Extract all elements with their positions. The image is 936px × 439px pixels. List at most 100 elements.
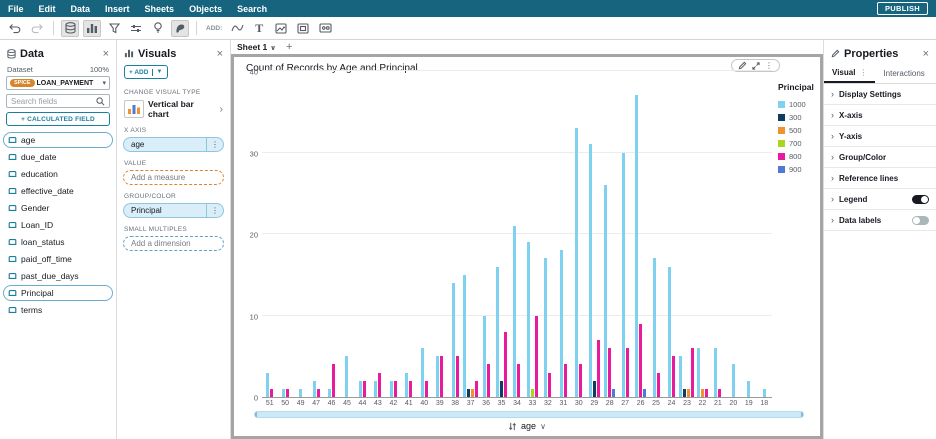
bar-33-800[interactable] <box>535 316 538 398</box>
bar-40-800[interactable] <box>425 381 428 397</box>
close-icon[interactable]: × <box>217 48 223 60</box>
add-visual-line-chart-icon[interactable] <box>228 20 246 37</box>
menu-item-insert[interactable]: Insert <box>105 4 130 14</box>
bar-43-800[interactable] <box>378 373 381 397</box>
field-item-due_date[interactable]: due_date <box>3 149 113 165</box>
well-menu-icon[interactable]: ⋮ <box>206 204 223 217</box>
properties-section-display-settings[interactable]: ›Display Settings <box>824 84 936 105</box>
bar-42-800[interactable] <box>394 381 397 397</box>
bar-26-1000[interactable] <box>635 95 638 397</box>
bar-21-800[interactable] <box>718 389 721 397</box>
bar-37-1000[interactable] <box>463 275 466 397</box>
bar-28-900[interactable] <box>612 389 615 397</box>
bar-50-800[interactable] <box>286 389 289 397</box>
tab-visual[interactable]: Visual⋮ <box>824 65 875 83</box>
bar-30-1000[interactable] <box>575 128 578 397</box>
add-visual-button[interactable]: + ADD ▼ <box>124 65 168 79</box>
field-item-education[interactable]: education <box>3 166 113 182</box>
chevron-right-icon[interactable]: › <box>831 152 834 162</box>
field-item-Loan_ID[interactable]: Loan_ID <box>3 217 113 233</box>
bar-37-500[interactable] <box>471 389 474 397</box>
bar-29-300[interactable] <box>593 381 596 397</box>
well-menu-icon[interactable]: ⋮ <box>206 138 223 151</box>
legend-toggle[interactable] <box>912 195 929 204</box>
field-item-loan_status[interactable]: loan_status <box>3 234 113 250</box>
chevron-down-icon[interactable]: ∨ <box>270 45 276 52</box>
bar-22-500[interactable] <box>701 389 704 397</box>
bar-44-800[interactable] <box>363 381 366 397</box>
bar-38-800[interactable] <box>456 356 459 397</box>
bar-28-1000[interactable] <box>604 185 607 397</box>
well-value[interactable]: Add a measure <box>123 170 224 185</box>
bar-40-1000[interactable] <box>421 348 424 397</box>
bar-37-300[interactable] <box>467 389 470 397</box>
bar-22-800[interactable] <box>705 389 708 397</box>
bar-46-1000[interactable] <box>328 389 331 397</box>
chevron-right-icon[interactable]: › <box>831 215 834 225</box>
legend-item-900[interactable]: 900 <box>778 165 814 174</box>
field-item-past_due_days[interactable]: past_due_days <box>3 268 113 284</box>
legend-item-800[interactable]: 800 <box>778 152 814 161</box>
well-small-multiples[interactable]: Add a dimension <box>123 236 224 251</box>
bar-29-1000[interactable] <box>589 144 592 397</box>
bar-36-800[interactable] <box>487 364 490 397</box>
bar-50-1000[interactable] <box>282 389 285 397</box>
add-embedded-visual-icon[interactable] <box>294 20 312 37</box>
filter-icon[interactable] <box>105 20 123 37</box>
bar-51-1000[interactable] <box>266 373 269 397</box>
properties-section-x-axis[interactable]: ›X-axis <box>824 105 936 126</box>
legend-item-700[interactable]: 700 <box>778 139 814 148</box>
bar-23-300[interactable] <box>683 389 686 397</box>
bar-chart-visual[interactable]: ⋮ Count of Records by Age and Principal … <box>231 54 823 439</box>
calculated-field-button[interactable]: + CALCULATED FIELD <box>6 112 110 126</box>
themes-icon[interactable] <box>171 20 189 37</box>
bar-34-800[interactable] <box>517 364 520 397</box>
bar-47-1000[interactable] <box>313 381 316 397</box>
bar-41-1000[interactable] <box>405 373 408 397</box>
bar-47-800[interactable] <box>317 389 320 397</box>
close-icon[interactable]: × <box>103 48 109 60</box>
well-x-axis[interactable]: age⋮ <box>123 137 224 152</box>
legend[interactable]: Principal 1000300500700800900 <box>772 78 814 398</box>
properties-section-data-labels[interactable]: ›Data labels <box>824 210 936 231</box>
bar-51-800[interactable] <box>270 389 273 397</box>
field-item-Principal[interactable]: Principal <box>3 285 113 301</box>
legend-item-500[interactable]: 500 <box>778 126 814 135</box>
bar-33-700[interactable] <box>531 389 534 397</box>
bar-31-800[interactable] <box>564 364 567 397</box>
bar-31-1000[interactable] <box>560 250 563 397</box>
bar-43-1000[interactable] <box>374 381 377 397</box>
menu-item-edit[interactable]: Edit <box>39 4 56 14</box>
chevron-down-icon[interactable]: ∨ <box>540 422 546 431</box>
menu-item-data[interactable]: Data <box>71 4 91 14</box>
bar-38-1000[interactable] <box>452 283 455 397</box>
add-image-icon[interactable] <box>272 20 290 37</box>
chevron-right-icon[interactable]: › <box>831 173 834 183</box>
format-visual-icon[interactable] <box>738 61 747 70</box>
bar-27-800[interactable] <box>626 348 629 397</box>
visual-type-row[interactable]: Vertical bar chart › <box>124 99 223 119</box>
field-item-paid_off_time[interactable]: paid_off_time <box>3 251 113 267</box>
redo-icon[interactable] <box>28 20 46 37</box>
menu-item-objects[interactable]: Objects <box>189 4 222 14</box>
add-sheet-button[interactable]: + <box>286 41 292 53</box>
add-text-box-icon[interactable]: T <box>250 20 268 37</box>
bar-45-1000[interactable] <box>345 356 348 397</box>
x-axis-field[interactable]: age ∨ <box>240 418 814 434</box>
chevron-right-icon[interactable]: › <box>220 104 223 115</box>
insights-lightbulb-icon[interactable] <box>149 20 167 37</box>
bar-26-800[interactable] <box>639 324 642 397</box>
bar-18-1000[interactable] <box>763 389 766 397</box>
bar-33-1000[interactable] <box>527 242 530 397</box>
data-panel-toggle-button[interactable] <box>61 20 79 37</box>
bar-34-1000[interactable] <box>513 226 516 397</box>
visuals-panel-toggle-button[interactable] <box>83 20 101 37</box>
tab-sheet-1[interactable]: Sheet 1∨ <box>237 42 276 52</box>
bar-25-800[interactable] <box>657 373 660 397</box>
legend-item-1000[interactable]: 1000 <box>778 100 814 109</box>
maximize-icon[interactable] <box>752 62 760 70</box>
data-labels-toggle[interactable] <box>912 216 929 225</box>
properties-section-group-color[interactable]: ›Group/Color <box>824 147 936 168</box>
visual-menu-icon[interactable]: ⋮ <box>765 61 773 70</box>
bar-27-1000[interactable] <box>622 153 625 398</box>
